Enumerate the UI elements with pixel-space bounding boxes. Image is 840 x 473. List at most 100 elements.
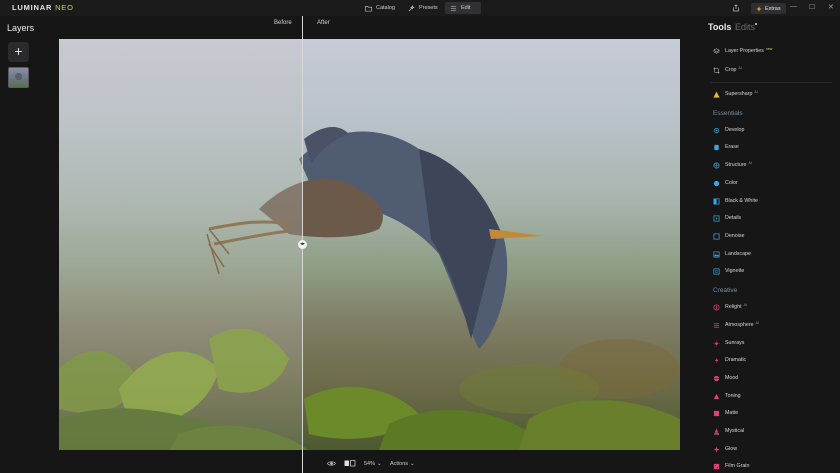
tool-denoise[interactable]: Denoise xyxy=(713,231,744,241)
compare-icon[interactable] xyxy=(344,459,356,468)
supersharp-icon xyxy=(713,90,720,98)
chevron-down-icon: ⌄ xyxy=(410,460,415,467)
denoise-icon xyxy=(713,233,720,239)
tool-label: Structure xyxy=(725,162,747,168)
extras-label: Extras xyxy=(765,5,781,12)
compare-handle-icon[interactable]: ◂▸ xyxy=(298,240,307,249)
erase-icon xyxy=(714,144,719,150)
tool-label: Sunrays xyxy=(725,340,745,346)
tool-label: Atmosphere xyxy=(725,322,754,328)
tool-label: Denoise xyxy=(725,233,745,239)
tool-label: Landscape xyxy=(725,251,751,257)
dramatic-icon xyxy=(714,356,719,364)
luminar-window: LUMINAR NEO Catalog Presets Edit Extras … xyxy=(0,0,840,473)
crop-icon xyxy=(713,66,720,74)
tool-mood[interactable]: Mood xyxy=(713,373,738,383)
section-creative-title: Creative xyxy=(713,287,738,294)
actions-menu[interactable]: Actions ⌄ xyxy=(390,458,415,469)
tool-relight[interactable]: Relight AI xyxy=(713,302,747,312)
tool-label: Relight xyxy=(725,304,742,310)
photo-canvas[interactable] xyxy=(59,39,680,450)
nav-presets[interactable]: Presets xyxy=(403,2,443,14)
tool-label: Vignette xyxy=(725,268,745,274)
zoom-value: 54% xyxy=(364,460,376,467)
ai-badge: AI xyxy=(754,90,758,94)
nav-catalog-label: Catalog xyxy=(376,5,395,11)
after-label: After xyxy=(317,20,330,26)
tool-label: Layer Properties xyxy=(725,48,764,54)
before-label: Before xyxy=(274,20,292,26)
tool-black-white[interactable]: Black & White xyxy=(713,196,758,206)
close-button[interactable]: ✕ xyxy=(828,3,834,11)
tool-atmosphere[interactable]: Atmosphere AI xyxy=(713,320,759,330)
before-overlay xyxy=(59,39,302,450)
tool-layer-properties[interactable]: Layer Properties new xyxy=(713,46,772,56)
bw-icon xyxy=(713,198,720,204)
tool-toning[interactable]: Toning xyxy=(713,391,741,401)
tool-supersharp[interactable]: Supersharp AI xyxy=(713,89,758,99)
maximize-button[interactable]: ☐ xyxy=(809,3,815,11)
tool-label: Black & White xyxy=(725,198,758,204)
nav-edit-label: Edit xyxy=(461,5,471,11)
ai-badge: AI xyxy=(743,303,747,307)
tool-sunrays[interactable]: Sunrays xyxy=(713,338,744,348)
tool-label: Film Grain xyxy=(725,463,750,469)
tool-film-grain[interactable]: Film Grain xyxy=(713,461,749,471)
mystical-icon xyxy=(713,427,720,435)
tab-edits[interactable]: Edits xyxy=(735,22,755,32)
tool-label: Toning xyxy=(725,393,741,399)
presets-icon xyxy=(408,4,415,11)
toning-icon xyxy=(713,393,720,399)
mood-icon xyxy=(713,375,720,381)
tool-matte[interactable]: Matte xyxy=(713,408,738,418)
tool-structure[interactable]: Structure AI xyxy=(713,160,752,170)
eye-icon[interactable] xyxy=(327,459,336,468)
color-icon xyxy=(713,180,720,186)
tool-color[interactable]: Color xyxy=(713,178,738,188)
new-badge: new xyxy=(765,47,773,51)
tool-label: Mystical xyxy=(725,428,745,434)
tool-label: Crop xyxy=(725,67,737,73)
tool-label: Details xyxy=(725,215,742,221)
nav-presets-label: Presets xyxy=(419,5,438,11)
tab-tools[interactable]: Tools xyxy=(708,22,731,32)
atmosphere-icon xyxy=(713,322,720,328)
app-logo: LUMINAR NEO xyxy=(12,3,74,12)
tool-label: Erase xyxy=(725,144,739,150)
zoom-select[interactable]: 54% ⌄ xyxy=(364,458,382,469)
tool-glow[interactable]: Glow xyxy=(713,444,737,454)
landscape-icon xyxy=(713,251,720,257)
nav-edit[interactable]: Edit xyxy=(445,2,481,14)
chevron-down-icon: ⌄ xyxy=(377,460,382,467)
layer-thumbnail[interactable] xyxy=(8,67,29,88)
glow-icon xyxy=(713,445,720,453)
ai-badge: AI xyxy=(738,66,742,70)
film-grain-icon xyxy=(713,463,720,469)
layers-title: Layers xyxy=(7,23,35,33)
add-layer-button[interactable]: + xyxy=(8,42,29,62)
logo-main: LUMINAR xyxy=(12,3,53,12)
tool-label: Glow xyxy=(725,446,738,452)
sliders-icon xyxy=(450,5,457,11)
folder-icon xyxy=(365,5,372,11)
tool-label: Color xyxy=(725,180,738,186)
tool-erase[interactable]: Erase xyxy=(713,142,739,152)
tool-crop[interactable]: Crop AI xyxy=(713,65,742,75)
tool-label: Matte xyxy=(725,410,739,416)
section-essentials-title: Essentials xyxy=(713,110,743,117)
edits-indicator-dot xyxy=(755,23,757,25)
tool-mystical[interactable]: Mystical xyxy=(713,426,744,436)
extras-button[interactable]: Extras xyxy=(751,3,786,14)
actions-label: Actions xyxy=(390,460,409,467)
tool-dramatic[interactable]: Dramatic xyxy=(713,355,746,365)
details-icon xyxy=(713,215,720,221)
share-icon[interactable] xyxy=(732,4,740,12)
relight-icon xyxy=(713,304,720,310)
minimize-button[interactable]: — xyxy=(790,3,797,10)
nav-catalog[interactable]: Catalog xyxy=(360,2,400,14)
tool-vignette[interactable]: Vignette xyxy=(713,266,744,276)
tool-develop[interactable]: Develop xyxy=(713,125,744,135)
tool-landscape[interactable]: Landscape xyxy=(713,249,751,259)
tool-label: Develop xyxy=(725,127,745,133)
tool-details[interactable]: Details xyxy=(713,213,741,223)
